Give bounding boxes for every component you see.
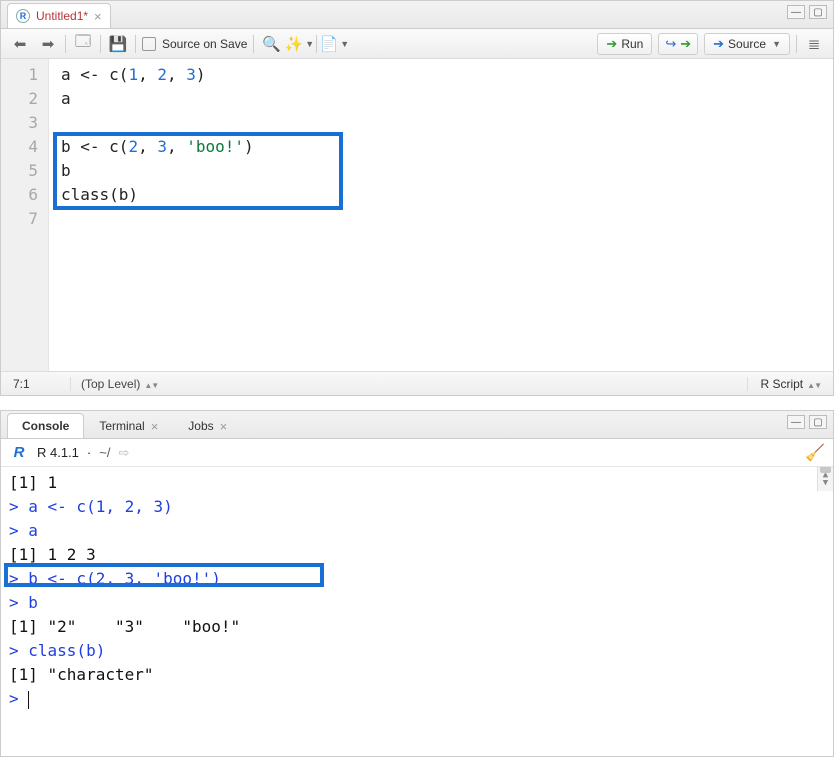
source-button[interactable]: ➔ Source ▼ [704,33,790,55]
dot: · [87,445,91,460]
line-gutter: 1234567 [1,59,49,371]
updown-icon: ▲▼ [807,381,821,390]
line-number: 7 [1,207,48,231]
rerun-button[interactable]: ↪ ➔ [658,33,698,55]
rerun-arrow-icon: ➔ [680,36,691,52]
scope-selector[interactable]: (Top Level)▲▼ [71,377,747,391]
maximize-button[interactable]: ▢ [809,415,827,429]
tab-jobs[interactable]: Jobs × [173,413,242,438]
separator [65,35,66,53]
code-line[interactable]: b [61,159,833,183]
editor-toolbar: ⬅ ➡ 🗔 💾 Source on Save 🔍 ✨▼ 📄▼ ➔ Run ↪ ➔… [1,29,833,59]
source-on-save-checkbox[interactable] [142,37,156,51]
editor-body: 1234567 a <- c(1, 2, 3)a b <- c(2, 3, 'bo… [1,59,833,371]
chevron-down-icon: ▼ [772,39,781,49]
console-prompt[interactable]: > [9,687,833,711]
source-label: Source [728,37,766,51]
console-header: R R 4.1.1 · ~/ ⇨ 🧹 [1,439,833,467]
show-in-new-window-icon[interactable]: 🗔 [72,34,94,54]
language-selector[interactable]: R Script▲▼ [747,377,833,391]
console-output[interactable]: ▲ ▼ [1] 1> a <- c(1, 2, 3)> a[1] 1 2 3> … [1,467,833,756]
save-icon[interactable]: 💾 [107,34,129,54]
updown-icon: ▲▼ [144,381,158,390]
console-line: > b <- c(2, 3, 'boo!') [9,567,833,591]
console-tabbar: Console Terminal × Jobs × — ▢ [1,411,833,439]
console-line: > class(b) [9,639,833,663]
code-line[interactable] [61,111,833,135]
line-number: 6 [1,183,48,207]
cursor [28,691,29,709]
minimize-button[interactable]: — [787,5,805,19]
editor-statusbar: 7:1 (Top Level)▲▼ R Script▲▼ [1,371,833,395]
r-logo-icon: R [9,444,29,462]
editor-tab-title: Untitled1* [36,9,88,23]
cursor-position: 7:1 [1,377,71,391]
line-number: 4 [1,135,48,159]
line-number: 3 [1,111,48,135]
separator [135,35,136,53]
tab-terminal[interactable]: Terminal × [84,413,173,438]
r-version: R 4.1.1 [37,445,79,460]
separator [796,35,797,53]
console-line: > a <- c(1, 2, 3) [9,495,833,519]
console-line: [1] 1 2 3 [9,543,833,567]
editor-tab[interactable]: R Untitled1* × [7,3,111,28]
clear-console-icon[interactable]: 🧹 [805,443,825,463]
rerun-icon: ↪ [665,36,676,52]
wand-icon[interactable]: ✨▼ [288,34,310,54]
line-number: 5 [1,159,48,183]
scroll-down-icon[interactable]: ▼ [818,475,833,491]
chevron-down-icon: ▼ [340,39,349,49]
code-line[interactable]: a [61,87,833,111]
source-on-save-label: Source on Save [162,37,247,51]
notebook-icon[interactable]: 📄▼ [323,34,345,54]
line-number: 1 [1,63,48,87]
outline-icon[interactable]: ≣ [803,34,825,54]
chevron-down-icon: ▼ [305,39,314,49]
console-pane: Console Terminal × Jobs × — ▢ R R 4.1.1 … [0,410,834,757]
console-line: > a [9,519,833,543]
close-icon[interactable]: × [220,419,228,434]
working-dir[interactable]: ~/ [99,445,110,460]
code-line[interactable]: a <- c(1, 2, 3) [61,63,833,87]
close-icon[interactable]: × [94,9,102,24]
code-area[interactable]: a <- c(1, 2, 3)a b <- c(2, 3, 'boo!')bcla… [49,59,833,371]
console-window-controls: — ▢ [787,415,827,429]
separator [316,35,317,53]
editor-pane: R Untitled1* × — ▢ ⬅ ➡ 🗔 💾 Source on Sav… [0,0,834,396]
code-line[interactable] [61,207,833,231]
source-arrow-icon: ➔ [713,36,724,52]
console-line: [1] 1 [9,471,833,495]
editor-window-controls: — ▢ [787,5,827,19]
forward-icon[interactable]: ➡ [37,34,59,54]
editor-tabbar: R Untitled1* × — ▢ [1,1,833,29]
code-line[interactable]: b <- c(2, 3, 'boo!') [61,135,833,159]
maximize-button[interactable]: ▢ [809,5,827,19]
run-arrow-icon: ➔ [606,36,617,52]
tab-console[interactable]: Console [7,413,84,438]
find-icon[interactable]: 🔍 [260,34,282,54]
scrollbar[interactable]: ▲ ▼ [817,467,833,491]
go-to-dir-icon[interactable]: ⇨ [118,445,129,461]
separator [100,35,101,53]
run-button[interactable]: ➔ Run [597,33,652,55]
close-icon[interactable]: × [151,419,159,434]
r-file-icon: R [16,9,30,23]
console-line: > b [9,591,833,615]
line-number: 2 [1,87,48,111]
code-line[interactable]: class(b) [61,183,833,207]
console-line: [1] "2" "3" "boo!" [9,615,833,639]
console-line: [1] "character" [9,663,833,687]
back-icon[interactable]: ⬅ [9,34,31,54]
separator [253,35,254,53]
minimize-button[interactable]: — [787,415,805,429]
run-label: Run [621,37,643,51]
